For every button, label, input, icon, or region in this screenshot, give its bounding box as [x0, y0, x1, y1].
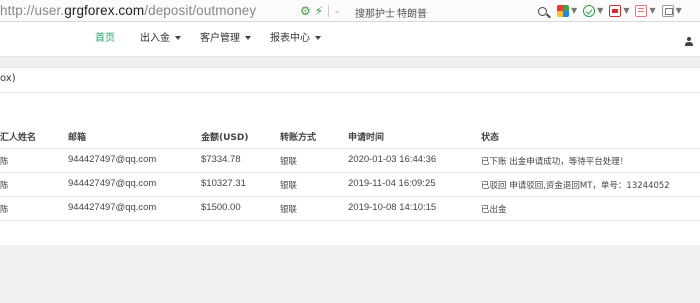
breadcrumb-text: ox): [0, 73, 16, 84]
caret-down-icon: [315, 36, 321, 40]
cell-name: 陈: [0, 181, 9, 191]
divider: [328, 5, 330, 17]
user-icon[interactable]: [685, 37, 693, 47]
chevron-down-icon[interactable]: ▼: [571, 3, 577, 19]
nav-item-deposit-withdrawal[interactable]: 出入金: [140, 33, 181, 45]
cell-name: 陈: [0, 157, 9, 167]
cell-name: 陈: [0, 205, 9, 215]
breadcrumb: ox): [0, 67, 700, 93]
search-suggestion[interactable]: 搜那护士: [355, 5, 395, 20]
shield-extension-icon[interactable]: [583, 5, 596, 17]
cell-method: 银联: [280, 157, 298, 167]
chevron-down-icon[interactable]: ▼: [649, 3, 655, 19]
url-host: grgforex.com: [64, 3, 145, 18]
apps-extension-icon[interactable]: [557, 5, 569, 17]
cell-time: 2019-10-08 14:10:15: [348, 202, 437, 213]
url-path: /deposit/outmoney: [144, 3, 257, 18]
cell-email: 944427497@qq.com: [68, 178, 157, 189]
cell-amount: $10327.31: [201, 178, 246, 189]
cell-email: 944427497@qq.com: [68, 154, 157, 165]
chevron-down-icon[interactable]: ⌄: [333, 4, 341, 18]
cell-method: 银联: [280, 205, 298, 215]
search-suggestion[interactable]: 特朗普: [397, 5, 427, 20]
user-icon-head: [687, 37, 691, 41]
browser-address-bar: http://user.grgforex.com/deposit/outmone…: [0, 0, 700, 22]
gear-icon[interactable]: ⚙: [300, 4, 311, 18]
cut-extension-icon[interactable]: [635, 5, 648, 17]
table-row: 陈 944427497@qq.com $1500.00 银联 2019-10-0…: [0, 196, 700, 220]
divider: [0, 220, 700, 221]
cell-status: 已驳回 申请驳回,资金退回MT，单号：13244052: [481, 181, 670, 191]
withdrawal-table: 汇人姓名 邮箱 金额(USD) 转账方式 申请时间 状态 陈 944427497…: [0, 93, 700, 245]
cell-time: 2019-11-04 16:09:25: [348, 178, 436, 189]
toolbar-extensions: ▼ ▼ ▼ ▼ ▼: [538, 3, 688, 19]
nav-label: 客户管理: [200, 33, 240, 44]
column-header-method: 转账方式: [280, 133, 317, 143]
column-header-email: 邮箱: [68, 133, 87, 143]
nav-label: 报表中心: [270, 33, 310, 44]
address-bar-icons: ⚙ ⚡ ⌄: [300, 4, 341, 18]
main-navigation: 首页 出入金 客户管理 报表中心: [0, 22, 700, 57]
column-header-time: 申请时间: [348, 133, 385, 143]
chevron-down-icon[interactable]: ▼: [597, 3, 603, 19]
cell-amount: $1500.00: [201, 202, 241, 213]
caret-down-icon: [245, 36, 251, 40]
column-header-status: 状态: [481, 133, 500, 143]
url-prefix: http://user.: [0, 3, 65, 18]
screenshot-extension-icon[interactable]: [661, 5, 674, 17]
pdf-extension-icon[interactable]: [609, 5, 622, 17]
search-icon[interactable]: [538, 6, 547, 16]
chevron-down-icon[interactable]: ▼: [676, 3, 682, 19]
cell-method: 银联: [280, 181, 298, 191]
spacer: [0, 58, 700, 67]
caret-down-icon: [175, 36, 181, 40]
nav-label: 出入金: [140, 33, 170, 44]
cell-amount: $7334.78: [201, 154, 241, 165]
nav-item-home[interactable]: 首页: [95, 33, 115, 45]
lightning-icon[interactable]: ⚡: [315, 4, 323, 18]
nav-item-customer-management[interactable]: 客户管理: [200, 33, 251, 45]
url-field[interactable]: http://user.grgforex.com/deposit/outmone…: [0, 3, 256, 18]
cell-status: 已下账 出金申请成功，等待平台处理！: [481, 157, 629, 167]
user-icon-body: [685, 42, 693, 46]
cell-email: 944427497@qq.com: [68, 202, 157, 213]
chevron-down-icon[interactable]: ▼: [623, 3, 629, 19]
column-header-name: 汇人姓名: [0, 133, 37, 143]
column-header-amount: 金额(USD): [201, 133, 249, 143]
cell-time: 2020-01-03 16:44:36: [348, 154, 437, 165]
table-row: 陈 944427497@qq.com $7334.78 银联 2020-01-0…: [0, 148, 700, 172]
table-row: 陈 944427497@qq.com $10327.31 银联 2019-11-…: [0, 172, 700, 196]
cell-status: 已出金: [481, 205, 507, 215]
nav-item-report-center[interactable]: 报表中心: [270, 33, 321, 45]
